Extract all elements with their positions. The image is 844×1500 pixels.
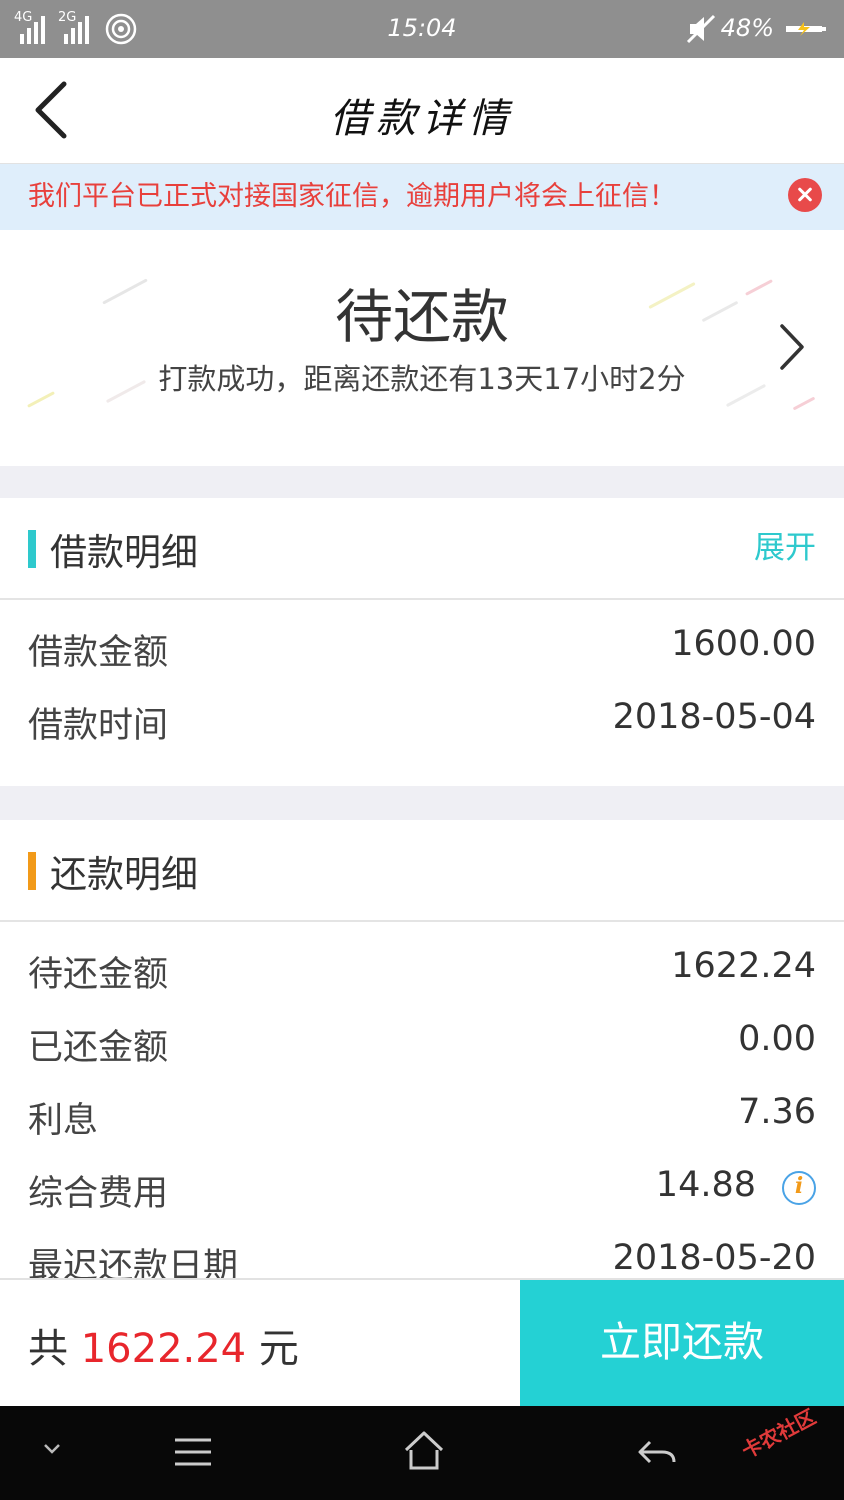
payment-bar: 共 1622.24 元 立即还款 <box>0 1278 844 1408</box>
row-value: 14.88 <box>655 1165 756 1205</box>
credit-notice-banner: 我们平台已正式对接国家征信，逾期用户将会上征信！ <box>0 164 844 230</box>
total-suffix: 元 <box>258 1326 299 1372</box>
repay-now-button[interactable]: 立即还款 <box>520 1280 844 1408</box>
system-nav-bar <box>0 1406 844 1500</box>
row-label: 已还金额 <box>28 1028 169 1068</box>
row-label: 待还金额 <box>28 955 169 995</box>
battery-icon <box>786 22 826 36</box>
page-title: 借款详情 <box>330 96 514 142</box>
list-item: 借款金额 1600.00 <box>0 612 844 685</box>
row-value: 2018-05-04 <box>612 697 816 737</box>
chevron-down-icon[interactable] <box>42 1442 62 1456</box>
row-label: 综合费用 <box>28 1174 169 1214</box>
battery-percent: 48% <box>720 14 774 42</box>
repayment-countdown: 打款成功，距离还款还有13天17小时2分 <box>158 362 686 396</box>
loan-details-header: 借款明细 展开 <box>0 498 844 600</box>
list-item: 已还金额 0.00 <box>0 1007 844 1080</box>
chevron-right-icon[interactable] <box>776 320 808 374</box>
list-item: 利息 7.36 <box>0 1080 844 1153</box>
menu-icon[interactable] <box>172 1432 214 1472</box>
mute-icon <box>686 14 716 44</box>
notice-text: 我们平台已正式对接国家征信，逾期用户将会上征信！ <box>28 181 676 212</box>
list-item: 最迟还款日期 2018-05-20 <box>0 1226 844 1280</box>
total-amount: 共 1622.24 元 <box>28 1316 299 1374</box>
row-value: 2018-05-20 <box>612 1238 816 1278</box>
decorative-stroke <box>792 396 816 411</box>
row-label: 最迟还款日期 <box>28 1247 239 1280</box>
row-label: 利息 <box>28 1101 99 1141</box>
section-accent-bar <box>28 530 36 568</box>
repayment-details-section: 还款明细 待还金额 1622.24 已还金额 0.00 利息 7.36 综合费用… <box>0 820 844 1280</box>
list-item: 借款时间 2018-05-04 <box>0 685 844 758</box>
row-value: 0.00 <box>738 1019 816 1059</box>
info-icon[interactable]: i <box>782 1171 816 1205</box>
app-header: 借款详情 <box>0 58 844 164</box>
repayment-details-header: 还款明细 <box>0 820 844 922</box>
clock: 15:04 <box>387 14 457 42</box>
row-label: 借款时间 <box>28 706 169 746</box>
home-icon[interactable] <box>402 1428 446 1474</box>
section-accent-bar <box>28 852 36 890</box>
total-prefix: 共 <box>28 1326 68 1372</box>
loan-details-section: 借款明细 展开 借款金额 1600.00 借款时间 2018-05-04 <box>0 498 844 786</box>
repayment-status: 待还款 <box>334 283 509 351</box>
repayment-status-card[interactable]: 待还款 打款成功，距离还款还有13天17小时2分 <box>0 230 844 466</box>
expand-link[interactable]: 展开 <box>754 522 816 567</box>
row-value: 1622.24 <box>671 946 816 986</box>
back-icon[interactable] <box>636 1434 678 1470</box>
section-title: 还款明细 <box>50 853 198 896</box>
section-title: 借款明细 <box>50 531 198 574</box>
row-value: 1600.00 <box>671 624 816 664</box>
list-item: 综合费用 14.88 i <box>0 1153 844 1226</box>
row-label: 借款金额 <box>28 633 169 673</box>
total-amount-value: 1622.24 <box>80 1326 247 1372</box>
status-bar: 4G 2G 15:04 48% <box>0 0 844 58</box>
row-value: 7.36 <box>738 1092 816 1132</box>
list-item: 待还金额 1622.24 <box>0 934 844 1007</box>
close-icon[interactable] <box>788 178 822 212</box>
